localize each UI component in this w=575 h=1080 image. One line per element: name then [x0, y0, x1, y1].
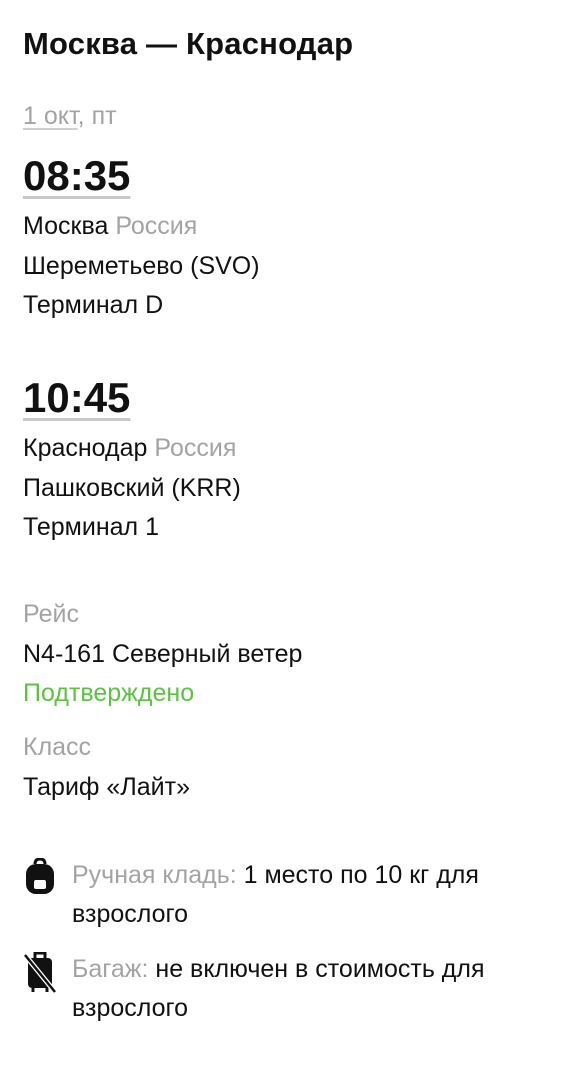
arrival-airport: Пашковский (KRR)	[23, 474, 241, 502]
arrival-time[interactable]: 10:45	[23, 374, 130, 422]
departure-terminal: Терминал D	[23, 291, 164, 319]
hand-baggage-text: Ручная кладь: 1 место по 10 кг для взрос…	[72, 856, 532, 934]
arrival-country: Россия	[154, 434, 237, 462]
flight-date: 1 окт, пт	[23, 102, 117, 131]
hand-baggage-row: Ручная кладь: 1 место по 10 кг для взрос…	[23, 856, 543, 934]
class-value: Тариф «Лайт»	[23, 773, 190, 801]
flight-number: N4-161 Северный ветер	[23, 640, 303, 668]
checked-baggage-text: Багаж: не включен в стоимость для взросл…	[72, 950, 532, 1028]
date-weekday: пт	[91, 102, 117, 130]
arrival-city: Краснодар	[23, 434, 148, 462]
departure-time[interactable]: 08:35	[23, 152, 130, 200]
date-link[interactable]: 1 окт	[23, 102, 78, 130]
route-title: Москва — Краснодар	[23, 26, 354, 61]
arrival-location: Краснодар Россия	[23, 434, 236, 463]
checked-baggage-label: Багаж:	[72, 955, 149, 983]
date-separator: ,	[77, 102, 92, 130]
flight-label: Рейс	[23, 600, 79, 628]
departure-airport: Шереметьево (SVO)	[23, 252, 260, 280]
departure-location: Москва Россия	[23, 212, 197, 241]
backpack-icon	[23, 857, 57, 896]
checked-baggage-row: Багаж: не включен в стоимость для взросл…	[23, 950, 543, 1028]
flight-status: Подтверждено	[23, 679, 195, 707]
departure-city: Москва	[23, 212, 109, 240]
class-label: Класс	[23, 733, 92, 761]
departure-country: Россия	[115, 212, 198, 240]
arrival-terminal: Терминал 1	[23, 513, 159, 541]
hand-baggage-label: Ручная кладь:	[72, 861, 237, 889]
no-luggage-icon	[23, 951, 57, 994]
